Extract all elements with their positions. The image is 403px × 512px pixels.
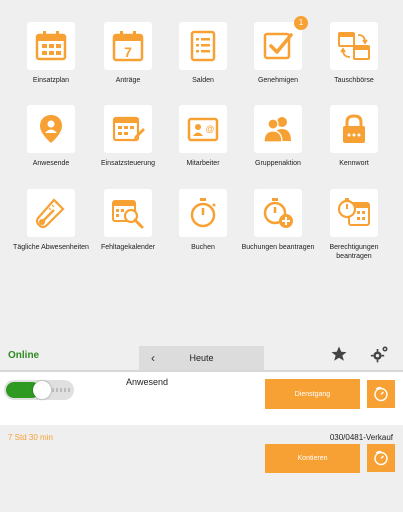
tile-antraege[interactable]: 7 Anträge (89, 22, 167, 85)
tile-anwesende[interactable]: Anwesende (12, 105, 90, 168)
previous-day-button[interactable]: ‹ (139, 351, 167, 365)
dienstgang-button[interactable]: Dienstgang (265, 379, 360, 409)
tile-label: Anwesende (32, 160, 70, 167)
online-status: Online (8, 350, 40, 361)
stopwatch-add-icon (263, 198, 293, 228)
timer-icon (374, 450, 388, 466)
tile-kennwort[interactable]: Kennwort (315, 105, 393, 168)
duration-text: 7 Std 30 min (8, 433, 53, 442)
tile-label: Kennwort (339, 160, 369, 167)
kontieren-timer-button[interactable] (367, 444, 395, 472)
dienstgang-timer-button[interactable] (367, 380, 395, 408)
cost-center-text: 030/0481-Verkauf (329, 433, 393, 442)
tile-icon-box (27, 189, 75, 237)
tile-buchungen-beantragen[interactable]: Buchungen beantragen (239, 189, 317, 252)
tile-taegliche-abwesenheiten[interactable]: Tägliche Abwesenheiten (12, 189, 90, 252)
tile-tauschboerse[interactable]: Tauschbörse (315, 22, 393, 85)
tile-icon-box (179, 22, 227, 70)
svg-text:7: 7 (124, 44, 132, 60)
timer-icon (374, 386, 388, 402)
group-icon (263, 117, 291, 143)
document-list-icon (190, 30, 216, 62)
calendar-search-icon (112, 200, 144, 229)
tile-label: Salden (192, 77, 214, 84)
tile-label: Buchungen beantragen (241, 244, 315, 251)
tile-icon-box (330, 22, 378, 70)
thermometer-icon (35, 198, 65, 229)
calendar-swap-icon (338, 32, 370, 60)
toggle-grip (52, 388, 70, 392)
id-card-icon: @ (187, 117, 219, 142)
tile-icon-box (104, 189, 152, 237)
tile-label: Gruppenaktion (255, 160, 301, 167)
tile-berechtigungen-beantragen[interactable]: Berechtigungen beantragen (315, 189, 393, 261)
tile-icon-box (27, 105, 75, 153)
tile-genehmigen[interactable]: 1 Genehmigen (239, 16, 317, 85)
tile-label: Einsatzsteuerung (100, 160, 156, 167)
notification-badge: 1 (294, 16, 308, 30)
tile-label: Buchen (191, 244, 215, 251)
tile-icon-box (27, 22, 75, 70)
settings-gear-icon[interactable] (370, 344, 390, 364)
calendar-edit-icon (112, 116, 145, 142)
stopwatch-icon (190, 198, 216, 228)
calendar-stopwatch-icon (337, 198, 370, 226)
lock-icon (343, 114, 365, 143)
tile-label: Mitarbeiter (186, 160, 220, 167)
tile-icon-box: @ (179, 105, 227, 153)
tile-fehltagekalender[interactable]: Fehltagekalender (89, 189, 167, 252)
tile-icon-box: 1 (254, 16, 308, 70)
date-label[interactable]: Heute (167, 353, 264, 363)
date-navigation: ‹ Heute (139, 346, 264, 370)
tile-label: Genehmigen (257, 77, 299, 84)
kontieren-button[interactable]: Kontieren (265, 444, 360, 473)
tile-icon-box: 7 (104, 22, 152, 70)
tile-icon-box (179, 189, 227, 237)
checkbox-icon (263, 32, 293, 60)
calendar-seven-icon: 7 (112, 31, 144, 62)
tile-salden[interactable]: Salden (164, 22, 242, 85)
tile-icon-box (104, 105, 152, 153)
tile-label: Einsatzplan (32, 77, 70, 84)
tile-icon-box (330, 105, 378, 153)
tile-icon-box (254, 189, 302, 237)
tile-buchen[interactable]: Buchen (164, 189, 242, 252)
svg-text:@: @ (205, 124, 214, 134)
tile-icon-box (330, 189, 378, 237)
presence-toggle[interactable] (4, 380, 74, 400)
tile-label: Tägliche Abwesenheiten (13, 244, 89, 251)
toggle-knob (33, 381, 51, 399)
presence-status: Anwesend (126, 377, 169, 387)
tile-grid: Einsatzplan 7 Anträge Salden 1 Genehmige… (0, 0, 403, 340)
tile-einsatzplan[interactable]: Einsatzplan (12, 22, 90, 85)
tile-label: Anträge (115, 77, 141, 84)
location-pin-icon (40, 115, 62, 143)
tile-icon-box (254, 105, 302, 153)
tile-label: Tauschbörse (334, 77, 374, 84)
tile-label: Fehltagekalender (100, 244, 156, 251)
tile-label: Berechtigungen beantragen (329, 244, 379, 260)
favorites-star-icon[interactable] (330, 345, 348, 363)
calendar-grid-icon (35, 31, 67, 61)
tile-gruppenaktion[interactable]: Gruppenaktion (239, 105, 317, 168)
tile-einsatzsteuerung[interactable]: Einsatzsteuerung (89, 105, 167, 168)
tile-mitarbeiter[interactable]: @ Mitarbeiter (164, 105, 242, 168)
booking-panel: Anwesend Dienstgang (0, 370, 403, 425)
